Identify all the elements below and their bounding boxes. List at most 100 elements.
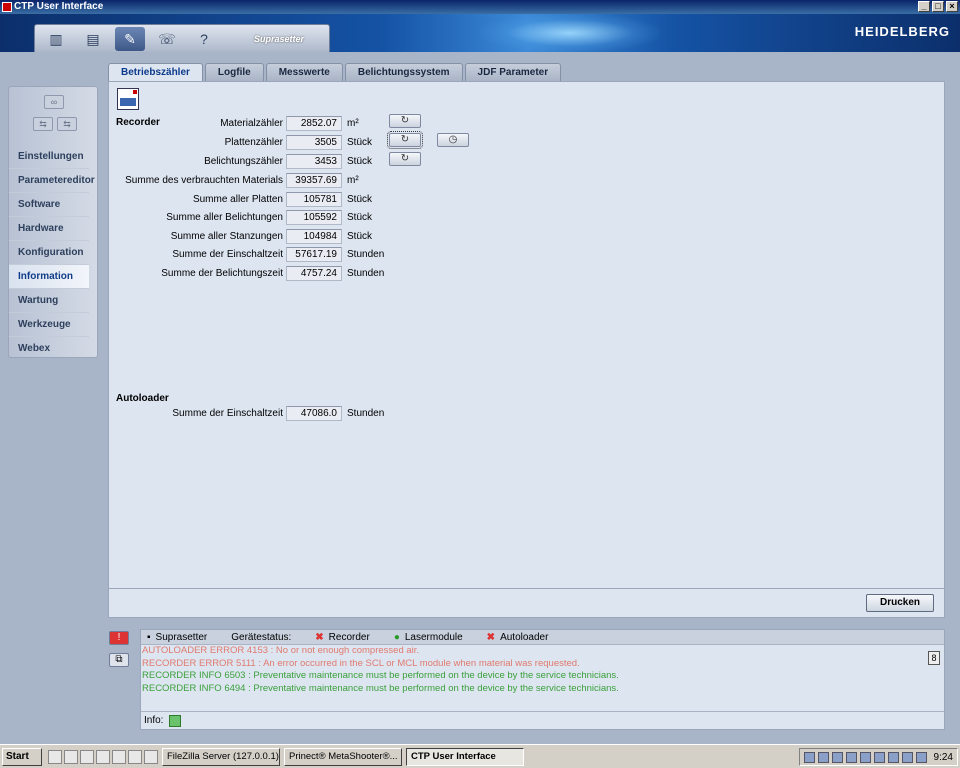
print-button[interactable]: Drucken — [866, 594, 934, 612]
quicklaunch-icon[interactable] — [96, 749, 110, 764]
tray-icon[interactable] — [915, 751, 927, 763]
quicklaunch-icon[interactable] — [48, 749, 62, 764]
ok-dot-icon: ● — [393, 631, 400, 643]
tray-icon[interactable] — [831, 751, 843, 763]
row-value: 39357.69 — [286, 172, 342, 188]
sidebar-item-parametereditor[interactable]: Parametereditor — [9, 169, 95, 193]
reset-materialzaehler-button[interactable]: ↻ — [389, 114, 421, 128]
minimize-button[interactable]: _ — [918, 1, 930, 12]
statistics-icon[interactable]: ▥ — [41, 27, 71, 51]
info-ok-icon[interactable] — [169, 714, 182, 727]
reset-plattenzaehler-button[interactable]: ↻ — [387, 131, 423, 149]
row-value: 104984 — [286, 228, 342, 244]
app-header: ▥ ▤ ✎ ☏ ? Suprasetter HEIDELBERG — [0, 14, 960, 54]
row-unit: Stück — [347, 136, 373, 148]
device-icon: ▪ — [147, 631, 151, 643]
tab-messwerte[interactable]: Messwerte — [265, 63, 343, 81]
sidebar-item-webex[interactable]: Webex — [9, 337, 89, 361]
window-titlebar: CTP User Interface _ □ × — [0, 0, 960, 14]
row-label: Summe aller Platten — [192, 193, 283, 205]
row-label: Summe der Belichtungszeit — [161, 267, 283, 279]
row-unit: Stück — [347, 211, 373, 223]
sidebar-item-wartung[interactable]: Wartung — [9, 289, 89, 313]
status-laser: Lasermodule — [404, 631, 463, 643]
tab-jdf-parameter[interactable]: JDF Parameter — [464, 63, 562, 81]
document-icon[interactable]: ▤ — [78, 27, 108, 51]
back-icon[interactable]: ⇆ — [33, 117, 53, 131]
maximize-button[interactable]: □ — [932, 1, 944, 12]
start-button[interactable]: Start — [2, 747, 42, 766]
task-filezilla[interactable]: FileZilla Server (127.0.0.1) — [162, 747, 280, 766]
row-value: 47086.0 — [286, 405, 342, 421]
quicklaunch-icon[interactable] — [64, 749, 78, 764]
tray-icon[interactable] — [887, 751, 899, 763]
row-label: Summe aller Belichtungen — [166, 211, 283, 223]
sidebar-item-software[interactable]: Software — [9, 193, 89, 217]
heidelberg-logo: HEIDELBERG — [854, 24, 950, 39]
row-label: Belichtungszähler — [204, 155, 283, 167]
counter-icon — [117, 88, 139, 110]
tray-icon[interactable] — [845, 751, 857, 763]
close-button[interactable]: × — [946, 1, 958, 12]
tray-icon[interactable] — [859, 751, 871, 763]
row-unit: Stunden — [347, 267, 385, 279]
tray-icon[interactable] — [873, 751, 885, 763]
row-unit: Stunden — [347, 407, 385, 419]
main-toolbar: ▥ ▤ ✎ ☏ ? Suprasetter — [34, 24, 330, 54]
message-line: RECORDER INFO 6494 : Preventative mainte… — [142, 682, 619, 694]
row-label: Materialzähler — [220, 117, 283, 129]
row-autoloader-einschaltzeit: Summe der Einschaltzeit 47086.0 Stunden — [109, 405, 387, 421]
reset-belichtungszaehler-button[interactable]: ↻ — [389, 152, 421, 166]
row-value: 2852.07 — [286, 115, 342, 131]
status-footer: Info: — [141, 711, 944, 729]
row-materialzaehler: Materialzähler 2852.07 m² — [109, 115, 387, 131]
status-header: ▪ Suprasetter Gerätestatus: ✖ Recorder ●… — [141, 630, 944, 645]
row-unit: Stück — [347, 230, 373, 242]
tray-icon[interactable] — [901, 751, 913, 763]
forward-icon[interactable]: ⇆ — [57, 117, 77, 131]
row-unit: m² — [347, 174, 359, 186]
sidebar-item-einstellungen[interactable]: Einstellungen — [9, 145, 89, 169]
row-value: 57617.19 — [286, 246, 342, 262]
panel-divider — [109, 588, 944, 589]
tab-logfile[interactable]: Logfile — [204, 63, 264, 81]
quicklaunch-icon[interactable] — [80, 749, 94, 764]
tab-betriebszaehler[interactable]: Betriebszähler — [108, 63, 203, 82]
tray-icon[interactable] — [803, 751, 815, 763]
quicklaunch-icon[interactable] — [144, 749, 158, 764]
quicklaunch-icon[interactable] — [112, 749, 126, 764]
row-unit: Stück — [347, 193, 373, 205]
status-autoloader: Autoloader — [500, 631, 549, 643]
timer-icon[interactable]: ◷ — [437, 133, 469, 147]
message-window-icon[interactable]: ⧉ — [109, 653, 129, 667]
link-icon[interactable]: ∞ — [44, 95, 64, 109]
task-metashooter[interactable]: Prinect® MetaShooter®... — [284, 747, 402, 766]
error-x-icon: ✖ — [315, 631, 324, 643]
alert-icon[interactable]: ! — [109, 631, 129, 645]
error-x-icon: ✖ — [486, 631, 496, 643]
row-value: 4757.24 — [286, 265, 342, 281]
sidebar-item-konfiguration[interactable]: Konfiguration — [9, 241, 89, 265]
window-title: CTP User Interface — [14, 1, 104, 12]
row-summe-stanzungen: Summe aller Stanzungen 104984 Stück — [109, 228, 387, 244]
task-ctp-ui[interactable]: CTP User Interface — [406, 747, 524, 766]
clock[interactable]: 9:24 — [934, 752, 953, 763]
tray-icon[interactable] — [817, 751, 829, 763]
row-label: Summe der Einschaltzeit — [172, 407, 283, 419]
row-summe-belichtungen: Summe aller Belichtungen 105592 Stück — [109, 209, 387, 225]
row-label: Summe des verbrauchten Materials — [125, 174, 283, 186]
device-label: Suprasetter — [254, 34, 305, 44]
phone-icon[interactable]: ☏ — [152, 27, 182, 51]
tab-belichtungssystem[interactable]: Belichtungssystem — [344, 63, 463, 81]
sidebar-item-hardware[interactable]: Hardware — [9, 217, 89, 241]
help-icon[interactable]: ? — [189, 27, 219, 51]
app-icon — [2, 2, 12, 12]
message-count-badge[interactable]: 8 — [928, 651, 940, 665]
row-value: 3505 — [286, 134, 342, 150]
counter-panel: Recorder Materialzähler 2852.07 m² Platt… — [108, 81, 945, 618]
sidebar-item-werkzeuge[interactable]: Werkzeuge — [9, 313, 89, 337]
sidebar-item-information[interactable]: Information — [9, 265, 89, 289]
message-line: AUTOLOADER ERROR 4153 : No or not enough… — [142, 645, 420, 656]
quicklaunch-icon[interactable] — [128, 749, 142, 764]
wrench-icon[interactable]: ✎ — [115, 27, 145, 51]
